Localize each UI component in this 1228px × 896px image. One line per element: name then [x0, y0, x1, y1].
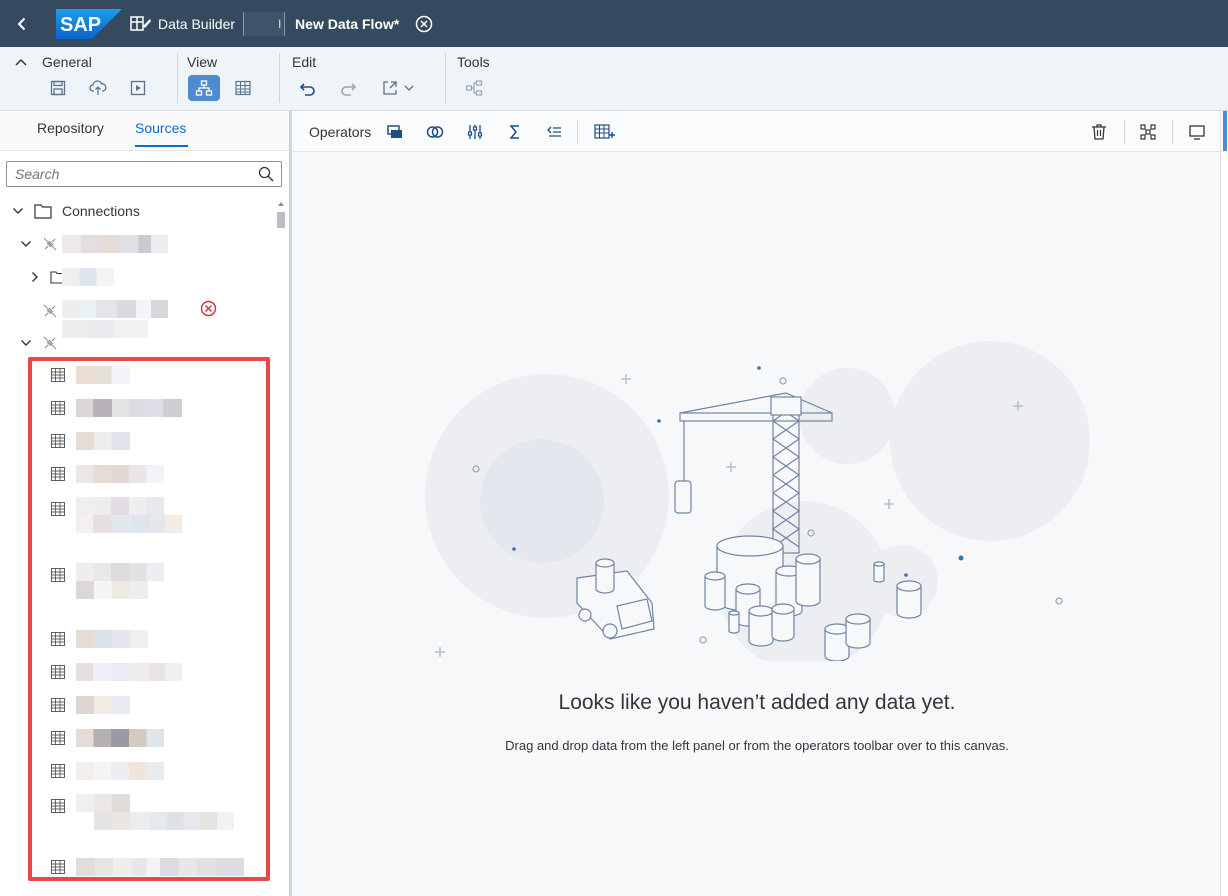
connection-plug-icon — [43, 336, 57, 350]
tab-repository[interactable]: Repository — [37, 120, 104, 136]
save-icon — [50, 80, 66, 96]
space-chip-suffix: l — [278, 16, 282, 31]
general-label: General — [42, 54, 92, 70]
connection-plug-icon — [43, 304, 57, 318]
undo-button[interactable] — [294, 75, 322, 101]
diagram-view-button[interactable] — [188, 75, 220, 101]
tree-scrollbar[interactable] — [276, 198, 286, 888]
add-table-icon — [594, 124, 615, 139]
deploy-button[interactable] — [84, 75, 112, 101]
sigma-icon — [509, 125, 519, 139]
scroll-up-icon[interactable] — [277, 200, 285, 208]
tools-label: Tools — [457, 54, 490, 70]
script-operator-button[interactable] — [543, 121, 565, 143]
scrollbar-thumb[interactable] — [277, 212, 285, 228]
error-icon[interactable] — [200, 300, 217, 317]
projection-operator-button[interactable] — [384, 121, 406, 143]
data-builder-icon — [130, 15, 151, 31]
search-input[interactable] — [7, 162, 247, 186]
chevron-down-icon[interactable] — [20, 337, 32, 349]
operators-label: Operators — [309, 124, 372, 140]
play-icon — [130, 80, 146, 96]
redacted-text — [62, 300, 168, 318]
toolbar-group-tools: Tools — [446, 47, 526, 107]
empty-state-subtitle: Drag and drop data from the left panel o… — [505, 738, 1009, 753]
editor-toolbar: General View Edit Tools — [0, 47, 1228, 111]
toolbar-group-edit: Edit — [280, 47, 446, 107]
run-button[interactable] — [124, 75, 152, 101]
monitor-icon — [1189, 125, 1205, 140]
redacted-text — [62, 235, 168, 253]
hierarchy-icon — [195, 80, 213, 96]
projection-icon — [387, 125, 402, 138]
cloud-upload-icon — [89, 80, 107, 95]
join-operator-button[interactable] — [424, 121, 446, 143]
back-icon — [17, 17, 26, 30]
chevron-down-icon — [404, 85, 414, 91]
toggle-details-button[interactable] — [1186, 121, 1208, 143]
tree-item-connections[interactable]: Connections — [0, 195, 272, 227]
folder-icon — [34, 204, 52, 219]
tab-sources[interactable]: Sources — [135, 120, 186, 136]
script-icon — [547, 126, 561, 137]
aggregation-operator-button[interactable] — [504, 121, 526, 143]
delete-button[interactable] — [1088, 121, 1110, 143]
layout-nodes-icon — [1140, 124, 1156, 140]
table-view-button[interactable] — [229, 75, 257, 101]
panel-edge-indicator — [1223, 111, 1227, 151]
toolbar-divider — [1172, 120, 1173, 144]
properties-panel-edge[interactable] — [1220, 111, 1228, 896]
search-field[interactable] — [6, 161, 282, 187]
redo-icon — [341, 83, 357, 96]
view-label: View — [187, 54, 218, 70]
document-title: New Data Flow* — [295, 15, 400, 32]
join-icon — [426, 126, 444, 138]
export-icon — [383, 81, 397, 95]
app-name[interactable]: Data Builder — [158, 16, 235, 32]
data-flow-canvas[interactable]: Operators Looks like you haven’t added a… — [292, 111, 1220, 896]
table-icon — [235, 80, 251, 96]
toolbar-divider — [1124, 120, 1125, 144]
tree-item-connection[interactable] — [0, 228, 272, 260]
redacted-text — [62, 268, 114, 286]
sap-logo[interactable]: SAP — [56, 8, 122, 39]
trash-icon — [1092, 124, 1106, 140]
chevron-down-icon[interactable] — [12, 205, 24, 217]
lineage-icon — [465, 80, 483, 96]
shell-bar: SAP Data Builder l New Data Flow* — [0, 0, 1228, 47]
export-menu-button[interactable] — [376, 75, 420, 101]
toolbar-group-general: General — [0, 47, 178, 107]
auto-layout-button[interactable] — [1137, 121, 1159, 143]
union-operator-button[interactable] — [464, 121, 486, 143]
redo-button[interactable] — [334, 75, 362, 101]
empty-state-title: Looks like you haven’t added any data ye… — [558, 691, 956, 714]
tree-item-folder[interactable] — [0, 261, 272, 293]
filter-sliders-icon — [467, 125, 483, 139]
chevron-down-icon[interactable] — [20, 238, 32, 250]
toolbar-group-view: View — [178, 47, 280, 107]
annotation-highlight-box — [28, 357, 270, 881]
back-button[interactable] — [0, 0, 44, 47]
svg-text:SAP: SAP — [60, 14, 101, 36]
tab-selected-indicator — [135, 145, 188, 147]
chevron-right-icon[interactable] — [30, 271, 40, 283]
impact-lineage-button[interactable] — [460, 75, 488, 101]
edit-label: Edit — [292, 54, 317, 70]
search-icon[interactable] — [258, 166, 274, 182]
operators-toolbar: Operators — [292, 111, 1220, 152]
add-table-button[interactable] — [592, 121, 618, 143]
tree-item-label: Connections — [62, 203, 140, 219]
save-button[interactable] — [44, 75, 72, 101]
undo-icon — [299, 83, 315, 96]
toolbar-divider — [577, 120, 578, 144]
panel-tabs: Repository Sources — [0, 111, 289, 151]
empty-canvas-illustration — [425, 341, 1090, 661]
tree-item-connection[interactable] — [0, 327, 272, 359]
close-circle-icon[interactable] — [415, 15, 433, 33]
space-name-chip[interactable]: l — [243, 11, 286, 36]
connection-plug-icon — [43, 237, 57, 251]
